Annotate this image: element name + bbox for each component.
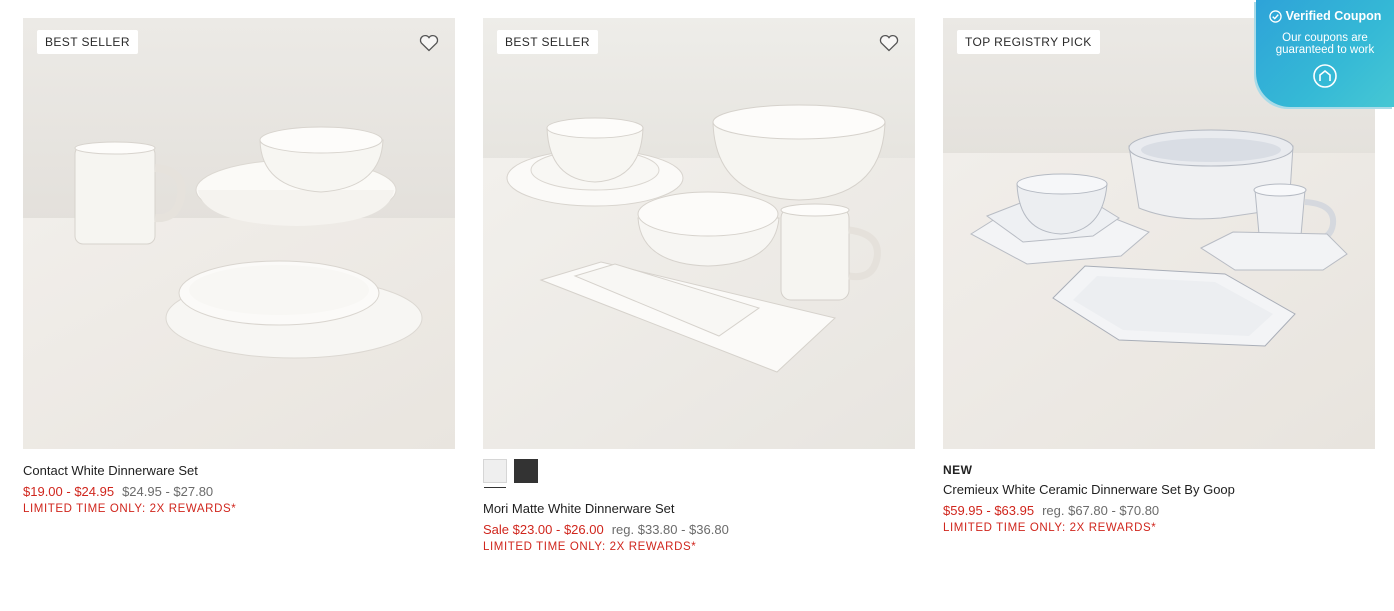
verified-coupon-widget[interactable]: Verified Coupon Our coupons are guarante… — [1256, 0, 1394, 107]
product-badge: BEST SELLER — [37, 30, 138, 54]
product-meta: Contact White Dinnerware Set $19.00 - $2… — [23, 449, 455, 515]
promo-text: LIMITED TIME ONLY: 2X REWARDS* — [943, 522, 1157, 534]
regular-price: $24.95 - $27.80 — [122, 484, 214, 499]
product-meta: NEW Cremieux White Ceramic Dinnerware Se… — [943, 449, 1375, 534]
product-photo — [23, 18, 455, 449]
check-circle-icon — [1268, 9, 1282, 23]
price-row: Sale $23.00 - $26.00 reg. $33.80 - $36.80 — [483, 522, 915, 537]
swatch-black[interactable] — [514, 459, 538, 483]
coupon-title: Verified Coupon — [1285, 9, 1382, 23]
product-meta: Mori Matte White Dinnerware Set Sale $23… — [483, 501, 915, 553]
regular-price: reg. $67.80 - $70.80 — [1042, 503, 1160, 518]
sale-price: $59.95 - $63.95 — [943, 503, 1035, 518]
coupon-subtitle-line: guaranteed to work — [1275, 44, 1375, 56]
product-image[interactable]: BEST SELLER — [23, 18, 455, 449]
coupon-title-row: Verified Coupon — [1256, 9, 1394, 23]
color-swatches — [483, 459, 915, 489]
sale-price: Sale $23.00 - $26.00 — [483, 522, 604, 537]
product-photo — [483, 18, 915, 449]
heart-outline-icon[interactable] — [419, 34, 439, 52]
promo-text: LIMITED TIME ONLY: 2X REWARDS* — [23, 503, 237, 515]
heart-outline-icon[interactable] — [879, 34, 899, 52]
product-grid: BEST SELLER Contact White Dinnerware Set… — [0, 0, 1394, 611]
price-row: $19.00 - $24.95 $24.95 - $27.80 — [23, 484, 455, 499]
swatch-white[interactable] — [483, 459, 507, 488]
regular-price: reg. $33.80 - $36.80 — [611, 522, 729, 537]
sale-price: $19.00 - $24.95 — [23, 484, 115, 499]
coupon-logo-icon[interactable] — [1312, 63, 1338, 89]
coupon-subtitle-line: Our coupons are — [1282, 32, 1368, 44]
price-row: $59.95 - $63.95 reg. $67.80 - $70.80 — [943, 503, 1375, 518]
product-card[interactable]: BEST SELLER Mori Matte White Dinnerware … — [483, 18, 915, 553]
promo-text: LIMITED TIME ONLY: 2X REWARDS* — [483, 541, 697, 553]
coupon-subtitle: Our coupons are guaranteed to work — [1256, 32, 1394, 56]
product-name[interactable]: Mori Matte White Dinnerware Set — [483, 501, 915, 516]
product-name[interactable]: Cremieux White Ceramic Dinnerware Set By… — [943, 482, 1375, 497]
product-badge: TOP REGISTRY PICK — [957, 30, 1100, 54]
new-tag: NEW — [943, 463, 973, 477]
product-card[interactable]: BEST SELLER Contact White Dinnerware Set… — [23, 18, 455, 515]
product-name[interactable]: Contact White Dinnerware Set — [23, 463, 455, 478]
product-image[interactable]: BEST SELLER — [483, 18, 915, 449]
product-badge: BEST SELLER — [497, 30, 598, 54]
